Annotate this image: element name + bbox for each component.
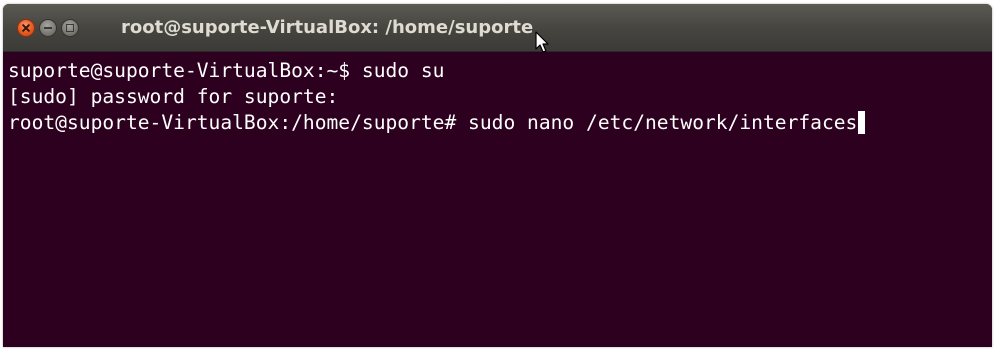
maximize-icon[interactable] — [61, 19, 79, 37]
terminal-prompt-line[interactable]: root@suporte-VirtualBox:/home/suporte# s… — [8, 110, 992, 136]
window-controls — [17, 18, 83, 38]
text-cursor — [858, 111, 866, 134]
terminal-output[interactable]: suporte@suporte-VirtualBox:~$ sudo su [s… — [3, 52, 992, 347]
terminal-command: root@suporte-VirtualBox:/home/suporte# s… — [8, 111, 858, 134]
minimize-icon[interactable] — [39, 19, 57, 37]
title-bar[interactable]: root@suporte-VirtualBox: /home/suporte — [3, 4, 992, 52]
mouse-pointer-icon — [535, 31, 549, 53]
terminal-window: root@suporte-VirtualBox: /home/suporte s… — [3, 4, 992, 347]
terminal-line: [sudo] password for suporte: — [8, 85, 339, 108]
terminal-line: suporte@suporte-VirtualBox:~$ sudo su — [8, 59, 445, 82]
window-title: root@suporte-VirtualBox: /home/suporte — [121, 17, 534, 38]
close-icon[interactable] — [17, 19, 35, 37]
